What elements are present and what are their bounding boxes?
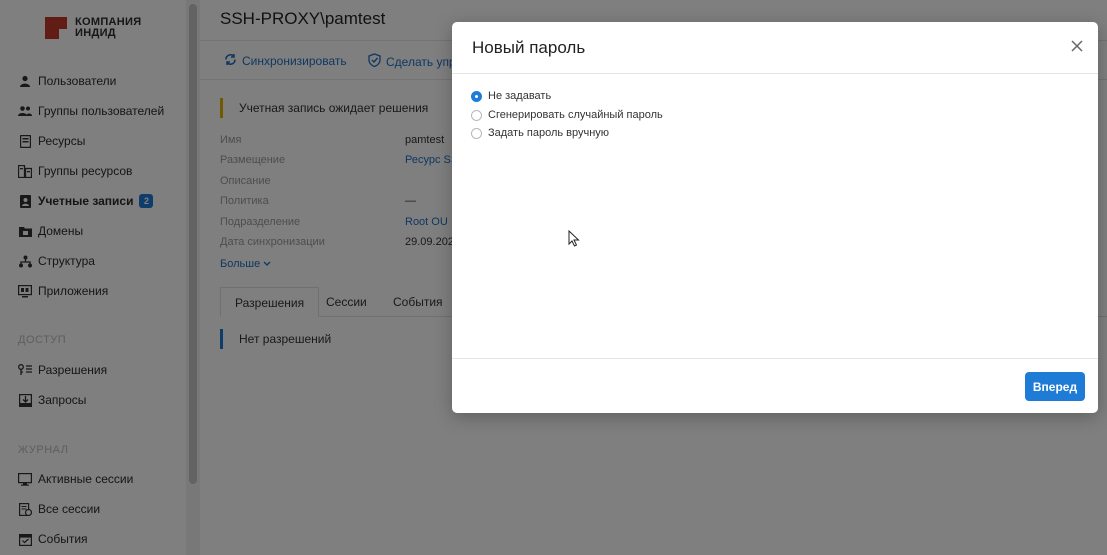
close-icon [1071, 39, 1083, 57]
option-label: Не задавать [488, 90, 552, 102]
radio-button[interactable] [471, 127, 482, 139]
dialog-header: Новый пароль [452, 22, 1098, 74]
option-generate-random[interactable]: Сгенерировать случайный пароль [471, 109, 663, 121]
option-label: Сгенерировать случайный пароль [488, 109, 663, 121]
radio-button[interactable] [471, 109, 482, 121]
dialog-body: Не задавать Сгенерировать случайный паро… [452, 75, 1098, 358]
new-password-dialog: Новый пароль Не задавать Сгенерировать с… [452, 22, 1098, 413]
radio-button-checked[interactable] [471, 90, 482, 102]
dialog-title: Новый пароль [472, 38, 586, 57]
mouse-cursor-icon [568, 229, 580, 252]
next-button[interactable]: Вперед [1025, 372, 1085, 401]
option-label: Задать пароль вручную [488, 127, 610, 139]
dialog-footer: Вперед [452, 358, 1098, 413]
close-button[interactable] [1066, 37, 1088, 59]
option-do-not-set[interactable]: Не задавать [471, 90, 551, 102]
option-set-manually[interactable]: Задать пароль вручную [471, 127, 609, 139]
